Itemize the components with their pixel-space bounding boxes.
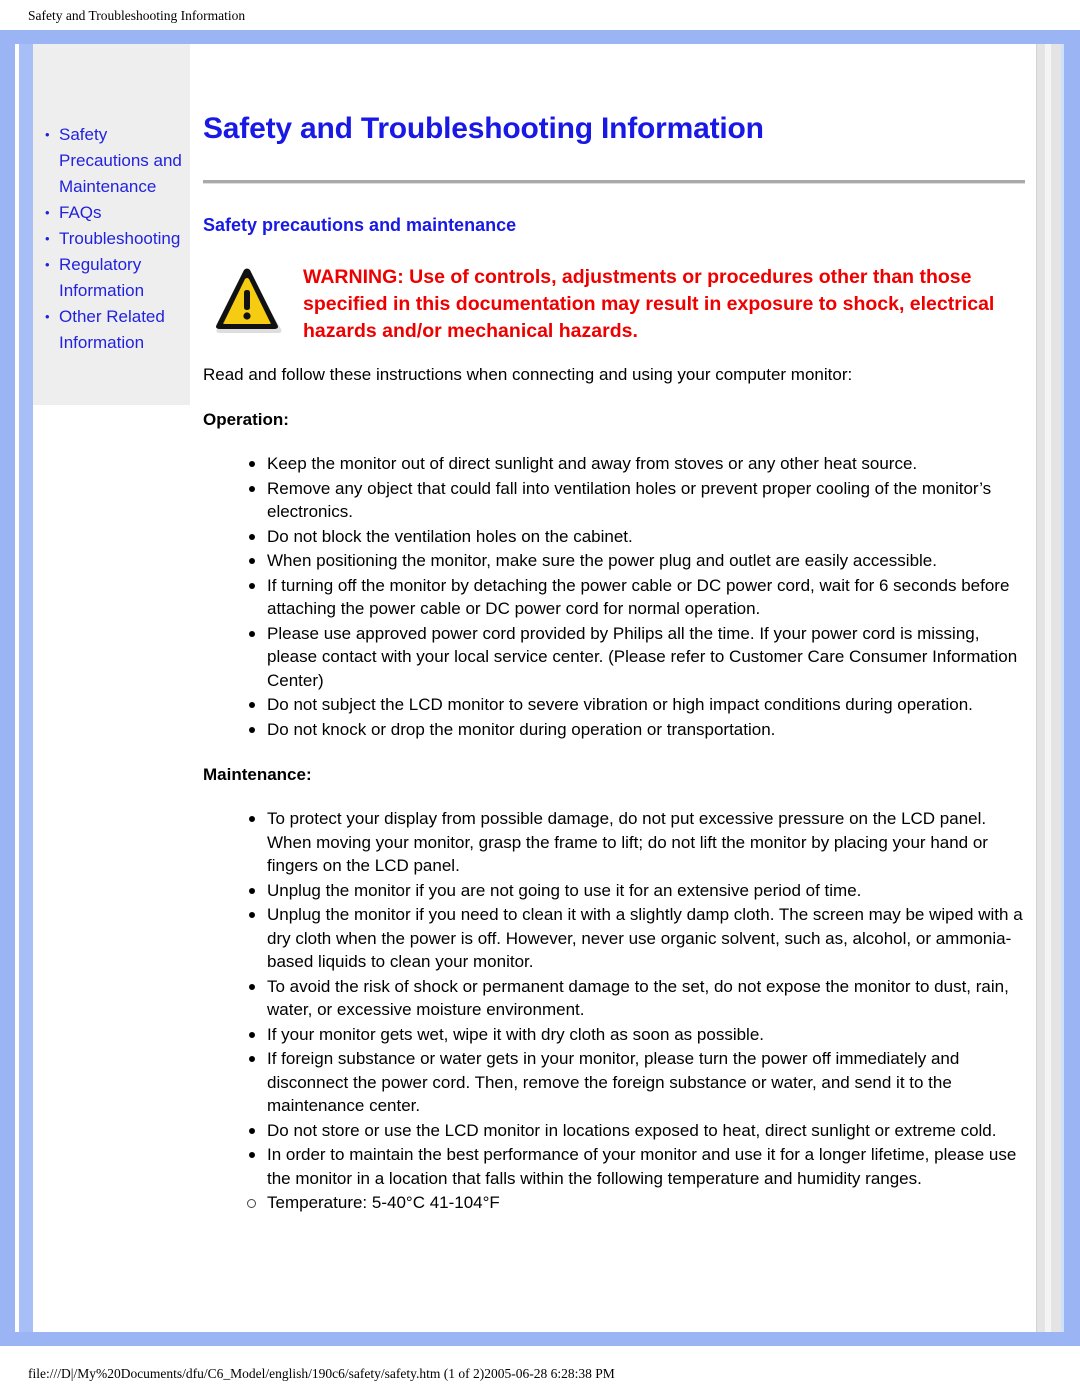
- sidebar-item-label: FAQs: [59, 203, 102, 222]
- operation-list: Keep the monitor out of direct sunlight …: [203, 452, 1033, 741]
- warning-block: WARNING: Use of controls, adjustments or…: [203, 264, 1033, 346]
- operation-heading: Operation:: [203, 410, 289, 429]
- sidebar-item-faqs[interactable]: FAQs: [45, 200, 190, 226]
- list-item: Please use approved power cord provided …: [249, 622, 1033, 693]
- main-content: Safety and Troubleshooting Information S…: [203, 44, 1033, 1215]
- maintenance-list: To protect your display from possible da…: [203, 807, 1033, 1190]
- list-item: To protect your display from possible da…: [249, 807, 1033, 878]
- maintenance-heading: Maintenance:: [203, 765, 312, 784]
- list-item: Keep the monitor out of direct sunlight …: [249, 452, 1033, 476]
- list-item: If your monitor gets wet, wipe it with d…: [249, 1023, 1033, 1047]
- vertical-scrollbar[interactable]: [1036, 44, 1064, 1332]
- page-canvas: Safety Precautions and Maintenance FAQs …: [33, 44, 1036, 1332]
- list-item: Unplug the monitor if you are not going …: [249, 879, 1033, 903]
- list-item: If foreign substance or water gets in yo…: [249, 1047, 1033, 1118]
- sidebar-item-label: Regulatory Information: [59, 255, 145, 300]
- page-frame-top: [0, 30, 1080, 44]
- page-frame-left: [0, 30, 15, 1346]
- sidebar-item-other-related-information[interactable]: Other Related Information: [45, 304, 190, 356]
- section-subtitle: Safety precautions and maintenance: [203, 215, 517, 235]
- list-item: Do not subject the LCD monitor to severe…: [249, 693, 1033, 717]
- scrollbar-thumb[interactable]: [1045, 44, 1051, 1332]
- sidebar-item-troubleshooting[interactable]: Troubleshooting: [45, 226, 190, 252]
- list-item: When positioning the monitor, make sure …: [249, 549, 1033, 573]
- range-list: Temperature: 5-40°C 41-104°F: [203, 1191, 1033, 1215]
- sidebar-item-safety-precautions[interactable]: Safety Precautions and Maintenance: [45, 122, 190, 200]
- list-item: Temperature: 5-40°C 41-104°F: [247, 1191, 1033, 1215]
- list-item: If turning off the monitor by detaching …: [249, 574, 1033, 621]
- sidebar-item-regulatory-information[interactable]: Regulatory Information: [45, 252, 190, 304]
- sidebar-item-label: Troubleshooting: [59, 229, 181, 248]
- intro-text: Read and follow these instructions when …: [203, 365, 853, 384]
- print-footer: file:///D|/My%20Documents/dfu/C6_Model/e…: [28, 1366, 615, 1381]
- list-item: Remove any object that could fall into v…: [249, 477, 1033, 524]
- print-header: Safety and Troubleshooting Information: [28, 8, 246, 23]
- sidebar-item-label: Safety Precautions and Maintenance: [59, 125, 182, 196]
- warning-triangle-icon: [216, 268, 282, 333]
- page-frame-bottom: [0, 1332, 1080, 1346]
- list-item: Do not block the ventilation holes on th…: [249, 525, 1033, 549]
- list-item: To avoid the risk of shock or permanent …: [249, 975, 1033, 1022]
- list-item: In order to maintain the best performanc…: [249, 1143, 1033, 1190]
- page-frame-left-inner: [19, 44, 33, 1346]
- warning-text: WARNING: Use of controls, adjustments or…: [303, 266, 995, 342]
- page-title: Safety and Troubleshooting Information: [203, 112, 764, 145]
- sidebar-nav: Safety Precautions and Maintenance FAQs …: [33, 44, 190, 405]
- list-item: Do not knock or drop the monitor during …: [249, 718, 1033, 742]
- list-item: Do not store or use the LCD monitor in l…: [249, 1119, 1033, 1143]
- sidebar-item-label: Other Related Information: [59, 307, 165, 352]
- list-item: Unplug the monitor if you need to clean …: [249, 903, 1033, 974]
